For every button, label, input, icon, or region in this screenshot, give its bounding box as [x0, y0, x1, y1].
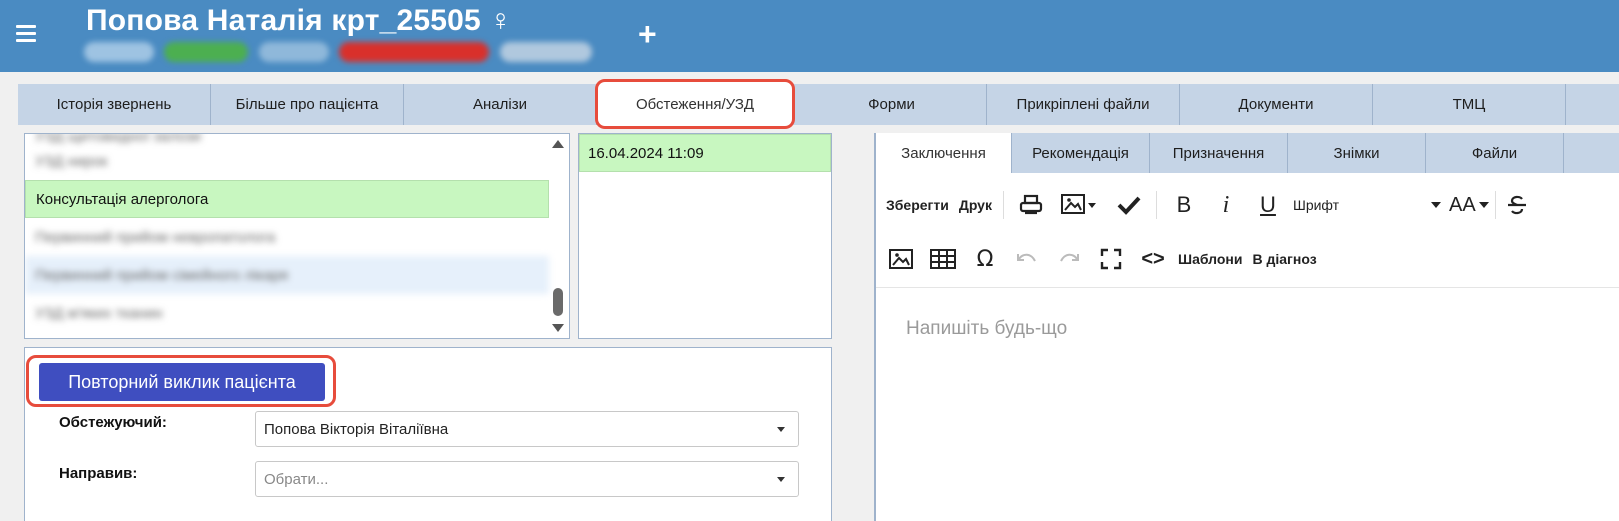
- strikethrough-icon[interactable]: [1502, 190, 1532, 220]
- code-view-icon[interactable]: <>: [1138, 244, 1168, 274]
- bold-button[interactable]: B: [1169, 190, 1199, 220]
- scroll-thumb[interactable]: [553, 288, 563, 316]
- list-item[interactable]: УЗД м'яких тканин: [25, 294, 569, 332]
- recall-button-highlight: Повторний виклик пацієнта: [26, 355, 336, 407]
- font-dropdown-icon[interactable]: [1431, 202, 1442, 208]
- toolbar-divider: [1155, 191, 1157, 219]
- menu-icon[interactable]: [16, 25, 36, 43]
- editor-tabs: Заключення Рекомендація Призначення Знім…: [876, 133, 1619, 173]
- list-item[interactable]: Первинний прийом сімейного лікаря: [25, 256, 549, 294]
- editor-toolbar-row-1: Зберегти Друк B i U Шрифт AA: [876, 177, 1619, 233]
- list-item[interactable]: УЗД щитовидної залози: [25, 134, 569, 145]
- list-item[interactable]: УЗД нирок: [25, 142, 569, 180]
- tab-files[interactable]: Файли: [1426, 133, 1564, 173]
- tab-examination[interactable]: Обстеження/УЗД: [595, 79, 795, 129]
- image-icon[interactable]: [886, 244, 916, 274]
- tab-attached-files[interactable]: Прикріплені файли: [987, 84, 1180, 125]
- font-select[interactable]: Шрифт: [1293, 197, 1339, 213]
- scroll-down-icon[interactable]: [552, 324, 564, 332]
- fullscreen-icon[interactable]: [1096, 244, 1126, 274]
- tab-patient-info[interactable]: Більше про пацієнта: [211, 84, 404, 125]
- patient-info-badges: [84, 42, 624, 66]
- tab-prescription[interactable]: Призначення: [1150, 133, 1288, 173]
- checkmark-icon[interactable]: [1114, 190, 1144, 220]
- list-item-selected[interactable]: Консультація алерголога: [25, 180, 549, 218]
- patient-title: Попова Наталія крт_25505 ♀: [86, 4, 513, 37]
- tab-documents[interactable]: Документи: [1180, 84, 1373, 125]
- examiner-label: Обстежуючий:: [59, 414, 167, 431]
- toolbar-divider: [1494, 191, 1496, 219]
- editor-placeholder: Напишіть будь-що: [906, 318, 1068, 339]
- special-character-button[interactable]: Ω: [970, 244, 1000, 274]
- tab-conclusion[interactable]: Заключення: [876, 133, 1012, 173]
- templates-button[interactable]: Шаблони: [1178, 251, 1242, 267]
- chevron-down-icon: [777, 427, 785, 432]
- editor-panel: Заключення Рекомендація Призначення Знім…: [874, 133, 1619, 521]
- date-list: 16.04.2024 11:09: [578, 133, 832, 339]
- list-scrollbar[interactable]: [551, 138, 565, 334]
- recall-patient-button[interactable]: Повторний виклик пацієнта: [39, 363, 325, 401]
- examiner-value: Попова Вікторія Віталіївна: [264, 420, 449, 438]
- to-diagnosis-button[interactable]: В діагноз: [1252, 251, 1316, 267]
- referrer-placeholder: Обрати...: [264, 470, 329, 488]
- table-icon[interactable]: [928, 244, 958, 274]
- tab-history[interactable]: Історія звернень: [18, 84, 211, 125]
- exam-list: УЗД щитовидної залози УЗД нирок Консульт…: [24, 133, 570, 339]
- toolbar-divider: [1002, 191, 1004, 219]
- italic-button[interactable]: i: [1211, 190, 1241, 220]
- redo-icon[interactable]: [1054, 244, 1084, 274]
- date-item-selected[interactable]: 16.04.2024 11:09: [579, 134, 831, 172]
- examiner-select[interactable]: Попова Вікторія Віталіївна: [255, 411, 799, 447]
- main-tabs: Історія звернень Більше про пацієнта Ана…: [18, 79, 1619, 129]
- editor-toolbar-row-2: Ω <> Шаблони В діагноз: [876, 231, 1619, 287]
- insert-image-dropdown-icon[interactable]: [1058, 190, 1102, 220]
- tab-tmc[interactable]: ТМЦ: [1373, 84, 1566, 125]
- tab-forms[interactable]: Форми: [797, 84, 987, 125]
- tab-recommendation[interactable]: Рекомендація: [1012, 133, 1150, 173]
- font-size-button[interactable]: AA: [1449, 194, 1476, 217]
- undo-icon[interactable]: [1012, 244, 1042, 274]
- printer-icon[interactable]: [1016, 190, 1046, 220]
- tab-analyses[interactable]: Аналізи: [404, 84, 597, 125]
- chevron-down-icon: [777, 477, 785, 482]
- list-item[interactable]: Первинний прийом невропатолога: [25, 218, 569, 256]
- app-header: Попова Наталія крт_25505 ♀ +: [0, 0, 1619, 72]
- font-size-dropdown-icon[interactable]: [1478, 202, 1489, 208]
- editor-content[interactable]: Напишіть будь-що: [876, 287, 1619, 521]
- print-text-button[interactable]: Друк: [959, 197, 992, 213]
- underline-button[interactable]: U: [1253, 190, 1283, 220]
- add-icon[interactable]: +: [638, 18, 657, 50]
- referrer-label: Направив:: [59, 465, 138, 482]
- save-button[interactable]: Зберегти: [886, 197, 949, 213]
- referrer-select[interactable]: Обрати...: [255, 461, 799, 497]
- tab-images[interactable]: Знімки: [1288, 133, 1426, 173]
- exam-form: Повторний виклик пацієнта Обстежуючий: П…: [24, 347, 832, 521]
- scroll-up-icon[interactable]: [552, 140, 564, 148]
